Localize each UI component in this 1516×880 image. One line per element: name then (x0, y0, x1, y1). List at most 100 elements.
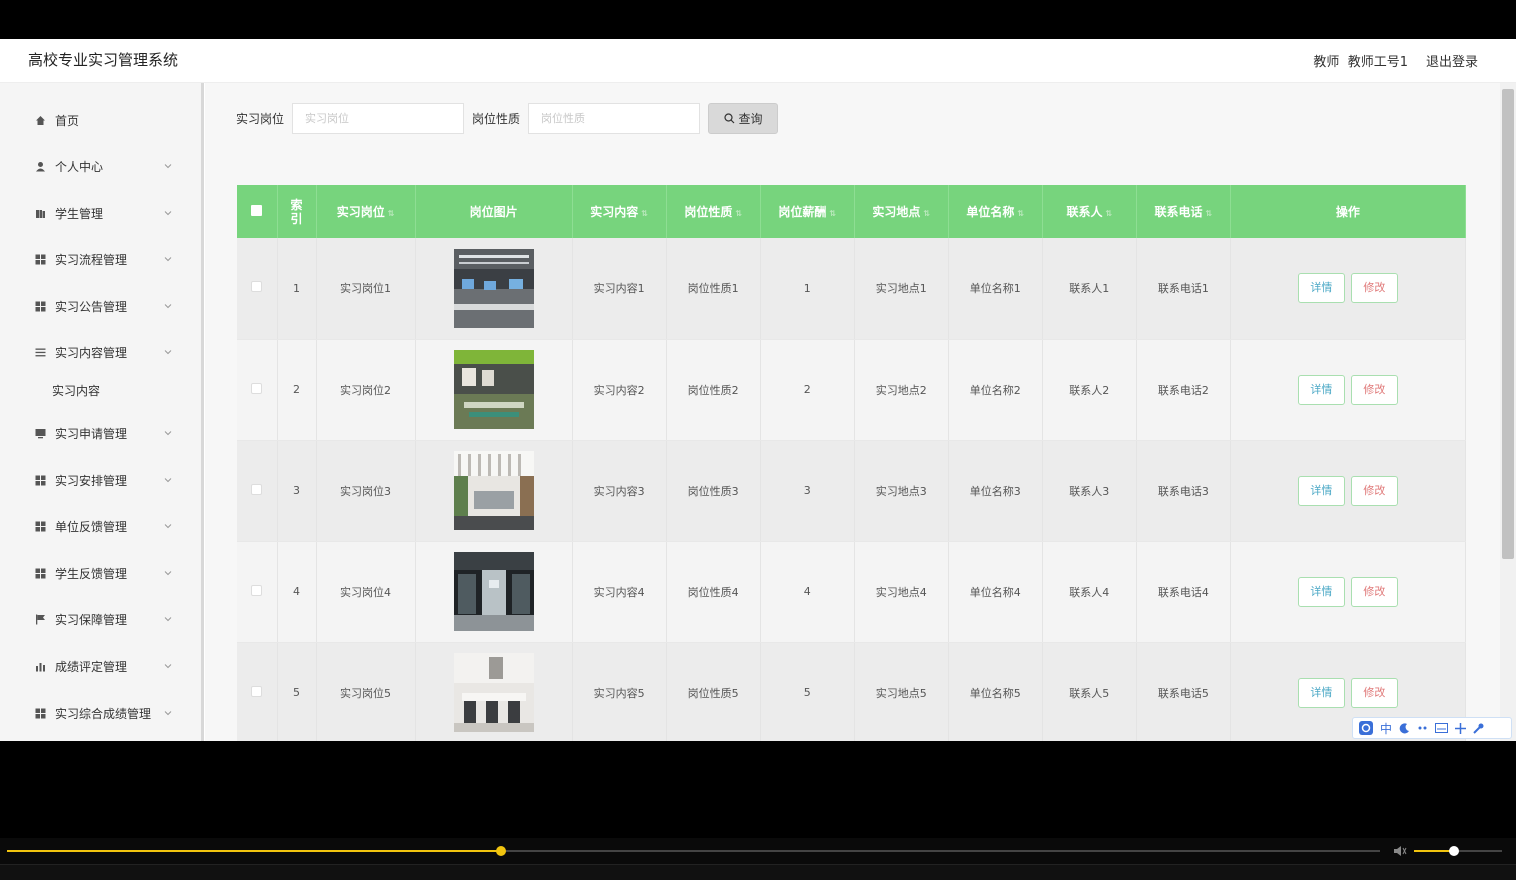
column-header-1[interactable]: 索引 (277, 185, 317, 238)
detail-button[interactable]: 详情 (1297, 576, 1345, 607)
edit-button[interactable]: 修改 (1350, 677, 1398, 708)
grid-icon (35, 475, 46, 486)
sidebar-item-1[interactable]: 首页 (0, 100, 201, 140)
top-header: 高校专业实习管理系统 教师 教师工号1 退出登录 (0, 39, 1516, 83)
moon-icon[interactable] (1399, 722, 1410, 734)
cell-post: 实习岗位3 (316, 440, 416, 542)
chevron-down-icon (164, 478, 172, 483)
volume-slider[interactable] (1414, 846, 1502, 856)
sidebar-item-10[interactable]: 学生反馈管理 (0, 553, 201, 593)
ime-mode-label[interactable]: 中 (1380, 720, 1392, 737)
actions-cell: 详情 修改 (1230, 440, 1467, 542)
sort-icon[interactable]: ⇅ (1017, 209, 1024, 218)
cell-nature: 岗位性质3 (666, 440, 761, 542)
cell-contact: 联系人5 (1042, 642, 1137, 741)
cell-location: 实习地点4 (854, 541, 949, 643)
sidebar-item-2[interactable]: 个人中心 (0, 146, 201, 186)
cell-salary: 3 (760, 440, 855, 542)
cell-company: 单位名称2 (948, 339, 1043, 441)
punctuation-icon[interactable] (1417, 723, 1428, 734)
post-image[interactable] (453, 350, 534, 429)
post-image[interactable] (453, 451, 534, 530)
sidebar-subitem-internship-content[interactable]: 实习内容 (52, 382, 100, 399)
column-header-11[interactable]: 操作 (1230, 185, 1467, 238)
post-image[interactable] (453, 248, 534, 328)
sidebar-item-4[interactable]: 实习流程管理 (0, 239, 201, 279)
sort-icon[interactable]: ⇅ (829, 209, 836, 218)
sidebar-item-9[interactable]: 单位反馈管理 (0, 506, 201, 546)
post-image[interactable] (453, 653, 534, 732)
cell-index: 4 (277, 541, 317, 643)
cell-contact: 联系人1 (1042, 238, 1137, 340)
row-checkbox[interactable] (251, 483, 263, 495)
edit-button[interactable]: 修改 (1350, 273, 1398, 304)
row-select-cell (237, 238, 278, 340)
column-header-10[interactable]: 联系电话 ⇅ (1136, 185, 1231, 238)
volume-handle[interactable] (1448, 846, 1459, 856)
detail-button[interactable]: 详情 (1297, 475, 1345, 506)
sort-icon[interactable]: ⇅ (1105, 209, 1112, 218)
grid-icon (35, 708, 46, 719)
cell-index: 3 (277, 440, 317, 542)
sidebar-item-11[interactable]: 实习保障管理 (0, 599, 201, 639)
column-header-3[interactable]: 岗位图片 (415, 185, 573, 238)
cell-index: 1 (277, 238, 317, 340)
sidebar-item-13[interactable]: 实习综合成绩管理 (0, 693, 201, 733)
row-checkbox[interactable] (251, 685, 263, 697)
sidebar-item-label: 实习流程管理 (55, 252, 128, 267)
column-header-5[interactable]: 岗位性质 ⇅ (666, 185, 761, 238)
tools-icon[interactable] (1455, 722, 1467, 734)
cell-nature: 岗位性质4 (666, 541, 761, 643)
detail-button[interactable]: 详情 (1297, 374, 1345, 405)
page-scrollbar[interactable] (1500, 83, 1516, 741)
column-header-label: 岗位薪酬 (778, 205, 827, 219)
cell-contact: 联系人2 (1042, 339, 1137, 441)
volume-icon[interactable] (1393, 844, 1407, 858)
keyboard-icon[interactable] (1435, 723, 1449, 733)
column-header-6[interactable]: 岗位薪酬 ⇅ (760, 185, 855, 238)
column-header-2[interactable]: 实习岗位 ⇅ (316, 185, 416, 238)
cell-content: 实习内容1 (572, 238, 667, 340)
cell-salary: 1 (760, 238, 855, 340)
post-image-cell (415, 440, 573, 542)
detail-button[interactable]: 详情 (1297, 677, 1345, 708)
row-checkbox[interactable] (251, 281, 263, 293)
sidebar-item-6[interactable]: 实习内容管理 (0, 332, 201, 372)
seek-bar[interactable] (7, 846, 1380, 856)
post-search-input[interactable] (292, 102, 465, 134)
select-all-header (237, 185, 278, 238)
query-button[interactable]: 查询 (708, 102, 779, 134)
scrollbar-thumb[interactable] (1502, 89, 1514, 559)
nature-search-input[interactable] (528, 102, 701, 134)
sidebar-item-8[interactable]: 实习安排管理 (0, 460, 201, 500)
edit-button[interactable]: 修改 (1350, 576, 1398, 607)
select-all-checkbox[interactable] (251, 204, 263, 216)
cell-location: 实习地点5 (854, 642, 949, 741)
detail-button[interactable]: 详情 (1297, 273, 1345, 304)
sidebar-item-3[interactable]: 学生管理 (0, 193, 201, 233)
sort-icon[interactable]: ⇅ (923, 209, 930, 218)
sidebar-item-12[interactable]: 成绩评定管理 (0, 646, 201, 686)
sort-icon[interactable]: ⇅ (1205, 209, 1212, 218)
column-header-8[interactable]: 单位名称 ⇅ (948, 185, 1043, 238)
row-checkbox[interactable] (251, 382, 263, 394)
column-header-7[interactable]: 实习地点 ⇅ (854, 185, 949, 238)
logout-link[interactable]: 退出登录 (1426, 51, 1478, 70)
column-header-4[interactable]: 实习内容 ⇅ (572, 185, 667, 238)
post-image[interactable] (453, 552, 534, 631)
sort-icon[interactable]: ⇅ (735, 209, 742, 218)
sort-icon[interactable]: ⇅ (641, 209, 648, 218)
edit-button[interactable]: 修改 (1350, 374, 1398, 405)
edit-button[interactable]: 修改 (1350, 475, 1398, 506)
column-header-9[interactable]: 联系人 ⇅ (1042, 185, 1137, 238)
sidebar-item-7[interactable]: 实习申请管理 (0, 413, 201, 453)
sort-icon[interactable]: ⇅ (388, 209, 395, 218)
wrench-icon[interactable] (1473, 723, 1484, 734)
cell-salary: 5 (760, 642, 855, 741)
ime-toolbar[interactable]: 中 (1352, 717, 1512, 739)
chevron-down-icon (164, 711, 172, 716)
sidebar-item-5[interactable]: 实习公告管理 (0, 286, 201, 326)
seek-handle[interactable] (496, 846, 507, 856)
user-area: 教师 教师工号1 退出登录 (1313, 51, 1478, 70)
row-checkbox[interactable] (251, 584, 263, 596)
